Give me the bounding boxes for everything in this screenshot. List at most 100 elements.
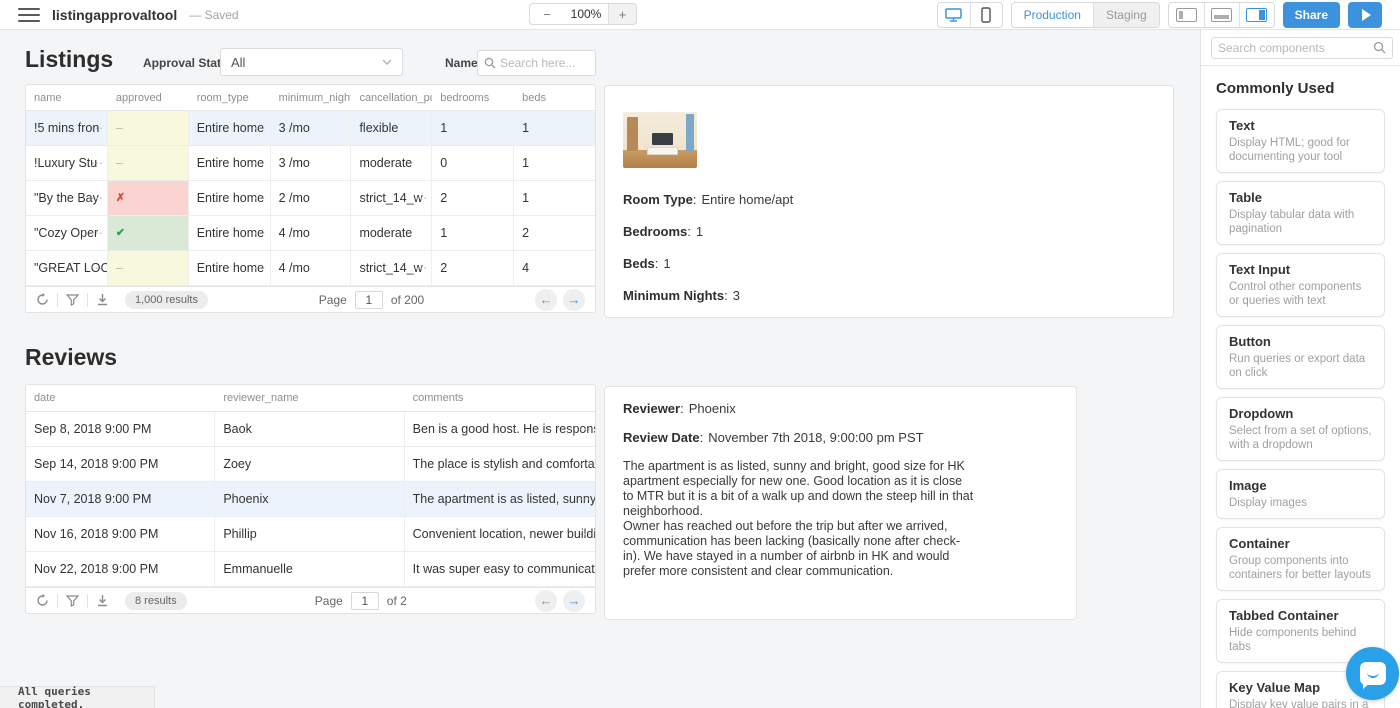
cell-expand-icon[interactable] [254,111,266,145]
cell-expand-icon[interactable] [254,251,266,285]
mobile-view-button[interactable] [970,3,1002,27]
review-date-line: Review Date:November 7th 2018, 9:00:00 p… [623,430,1058,445]
component-card-container[interactable]: Container Group components into containe… [1216,527,1385,591]
download-button[interactable] [96,293,109,306]
chat-launcher-button[interactable] [1346,647,1399,700]
column-header-cancellation-policy[interactable]: cancellation_poli... [351,92,432,104]
share-button[interactable]: Share [1283,2,1340,28]
reviews-table-header: date reviewer_name comments [26,385,595,412]
column-header-comments[interactable]: comments [405,392,595,404]
component-card-desc: Display key value pairs in a table [1229,698,1372,708]
arrow-left-icon: ← [540,292,553,307]
table-row[interactable]: Sep 14, 2018 9:00 PM Zoey The place is s… [26,447,595,482]
reviews-title: Reviews [25,344,117,371]
component-card-desc: Display images [1229,496,1372,510]
cell-expand-icon[interactable] [579,412,591,446]
name-search-input[interactable] [500,56,586,70]
column-header-minimum-nights[interactable]: minimum_nights [271,92,352,104]
toggle-left-panel-button[interactable] [1169,3,1204,27]
table-row[interactable]: Nov 16, 2018 9:00 PM Phillip Convenient … [26,517,595,552]
cell-expand-icon[interactable] [579,552,591,586]
component-card-title: Container [1229,536,1372,552]
table-row[interactable]: Nov 22, 2018 9:00 PM Emmanuelle It was s… [26,552,595,587]
zoom-out-button[interactable]: − [530,4,564,24]
cell-expand-icon[interactable] [91,216,103,250]
filter-button[interactable] [66,595,79,607]
next-page-button[interactable]: → [563,590,585,612]
room-type-line: Room Type:Entire home/apt [623,192,1155,207]
column-header-date[interactable]: date [26,392,215,404]
table-row[interactable]: !5 mins fron – Entire home 3 /mo flexibl… [26,111,595,146]
page-label: Page [315,594,343,608]
component-card-title: Table [1229,190,1372,206]
zoom-in-button[interactable]: + [608,4,636,24]
desktop-view-button[interactable] [938,3,970,27]
next-page-button[interactable]: → [563,289,585,311]
cell-expand-icon[interactable] [579,482,591,516]
beds-line: Beds:1 [623,256,1155,271]
column-header-bedrooms[interactable]: bedrooms [432,92,514,104]
component-card-title: Dropdown [1229,406,1372,422]
results-count-badge: 1,000 results [125,291,208,309]
cell-expand-icon[interactable] [254,146,266,180]
component-search-input[interactable] [1218,41,1373,55]
approved-cell: – [108,146,189,180]
previous-page-button[interactable]: ← [535,590,557,612]
table-row[interactable]: Sep 8, 2018 9:00 PM Baok Ben is a good h… [26,412,595,447]
column-header-room-type[interactable]: room_type [189,92,271,104]
table-row[interactable]: Nov 7, 2018 9:00 PM Phoenix The apartmen… [26,482,595,517]
listing-detail-panel: Room Type:Entire home/apt Bedrooms:1 Bed… [604,85,1174,318]
chevron-down-icon [382,59,392,65]
component-card-table[interactable]: Table Display tabular data with paginati… [1216,181,1385,245]
cell-expand-icon[interactable] [254,216,266,250]
component-card-text-input[interactable]: Text Input Control other components or q… [1216,253,1385,317]
listings-table-header: name approved room_type minimum_nights c… [26,85,595,111]
toggle-right-panel-button[interactable] [1239,3,1274,27]
component-card-dropdown[interactable]: Dropdown Select from a set of options, w… [1216,397,1385,461]
filter-button[interactable] [66,294,79,306]
component-card-button[interactable]: Button Run queries or export data on cli… [1216,325,1385,389]
page-number-input[interactable] [351,592,379,610]
filter-icon [66,294,79,306]
page-number-input[interactable] [355,291,383,309]
table-row[interactable]: !Luxury Stu – Entire home 3 /mo moderate… [26,146,595,181]
table-row[interactable]: "By the Bay ✗ Entire home 2 /mo strict_1… [26,181,595,216]
cell-expand-icon[interactable] [91,181,103,215]
cell-expand-icon[interactable] [91,111,103,145]
component-card-desc: Hide components behind tabs [1229,626,1372,654]
app-title: listingapprovaltool [52,7,177,23]
column-header-name[interactable]: name [26,92,108,104]
minimum-nights-line: Minimum Nights:3 [623,288,1155,303]
component-card-title: Button [1229,334,1372,350]
column-header-approved[interactable]: approved [108,92,189,104]
cell-expand-icon[interactable] [91,146,103,180]
page-total: of 200 [391,293,424,307]
zoom-level: 100% [564,4,608,24]
cell-expand-icon[interactable] [254,181,266,215]
cell-expand-icon[interactable] [91,251,103,285]
component-card-text[interactable]: Text Display HTML; good for documenting … [1216,109,1385,173]
query-status-bar[interactable]: All queries completed. [0,686,155,708]
table-row[interactable]: "Cozy Oper ✔ Entire home 4 /mo moderate … [26,216,595,251]
previous-page-button[interactable]: ← [535,289,557,311]
cell-expand-icon[interactable] [415,251,427,285]
hamburger-menu-icon[interactable] [18,8,40,22]
search-icon [484,57,496,69]
download-button[interactable] [96,594,109,607]
review-comment-text: The apartment is as listed, sunny and br… [623,459,975,579]
cell-expand-icon[interactable] [415,181,427,215]
table-row[interactable]: "GREAT LOC – Entire home 4 /mo strict_14… [26,251,595,286]
cell-expand-icon[interactable] [579,517,591,551]
run-button[interactable] [1348,2,1382,28]
approval-status-dropdown[interactable]: All [220,48,403,76]
column-header-beds[interactable]: beds [514,92,595,104]
refresh-button[interactable] [36,594,49,607]
environment-production-button[interactable]: Production [1012,3,1093,27]
environment-staging-button[interactable]: Staging [1093,3,1159,27]
save-status: — Saved [189,8,238,22]
refresh-button[interactable] [36,293,49,306]
cell-expand-icon[interactable] [579,447,591,481]
component-card-image[interactable]: Image Display images [1216,469,1385,519]
column-header-reviewer-name[interactable]: reviewer_name [215,392,404,404]
toggle-bottom-panel-button[interactable] [1204,3,1239,27]
